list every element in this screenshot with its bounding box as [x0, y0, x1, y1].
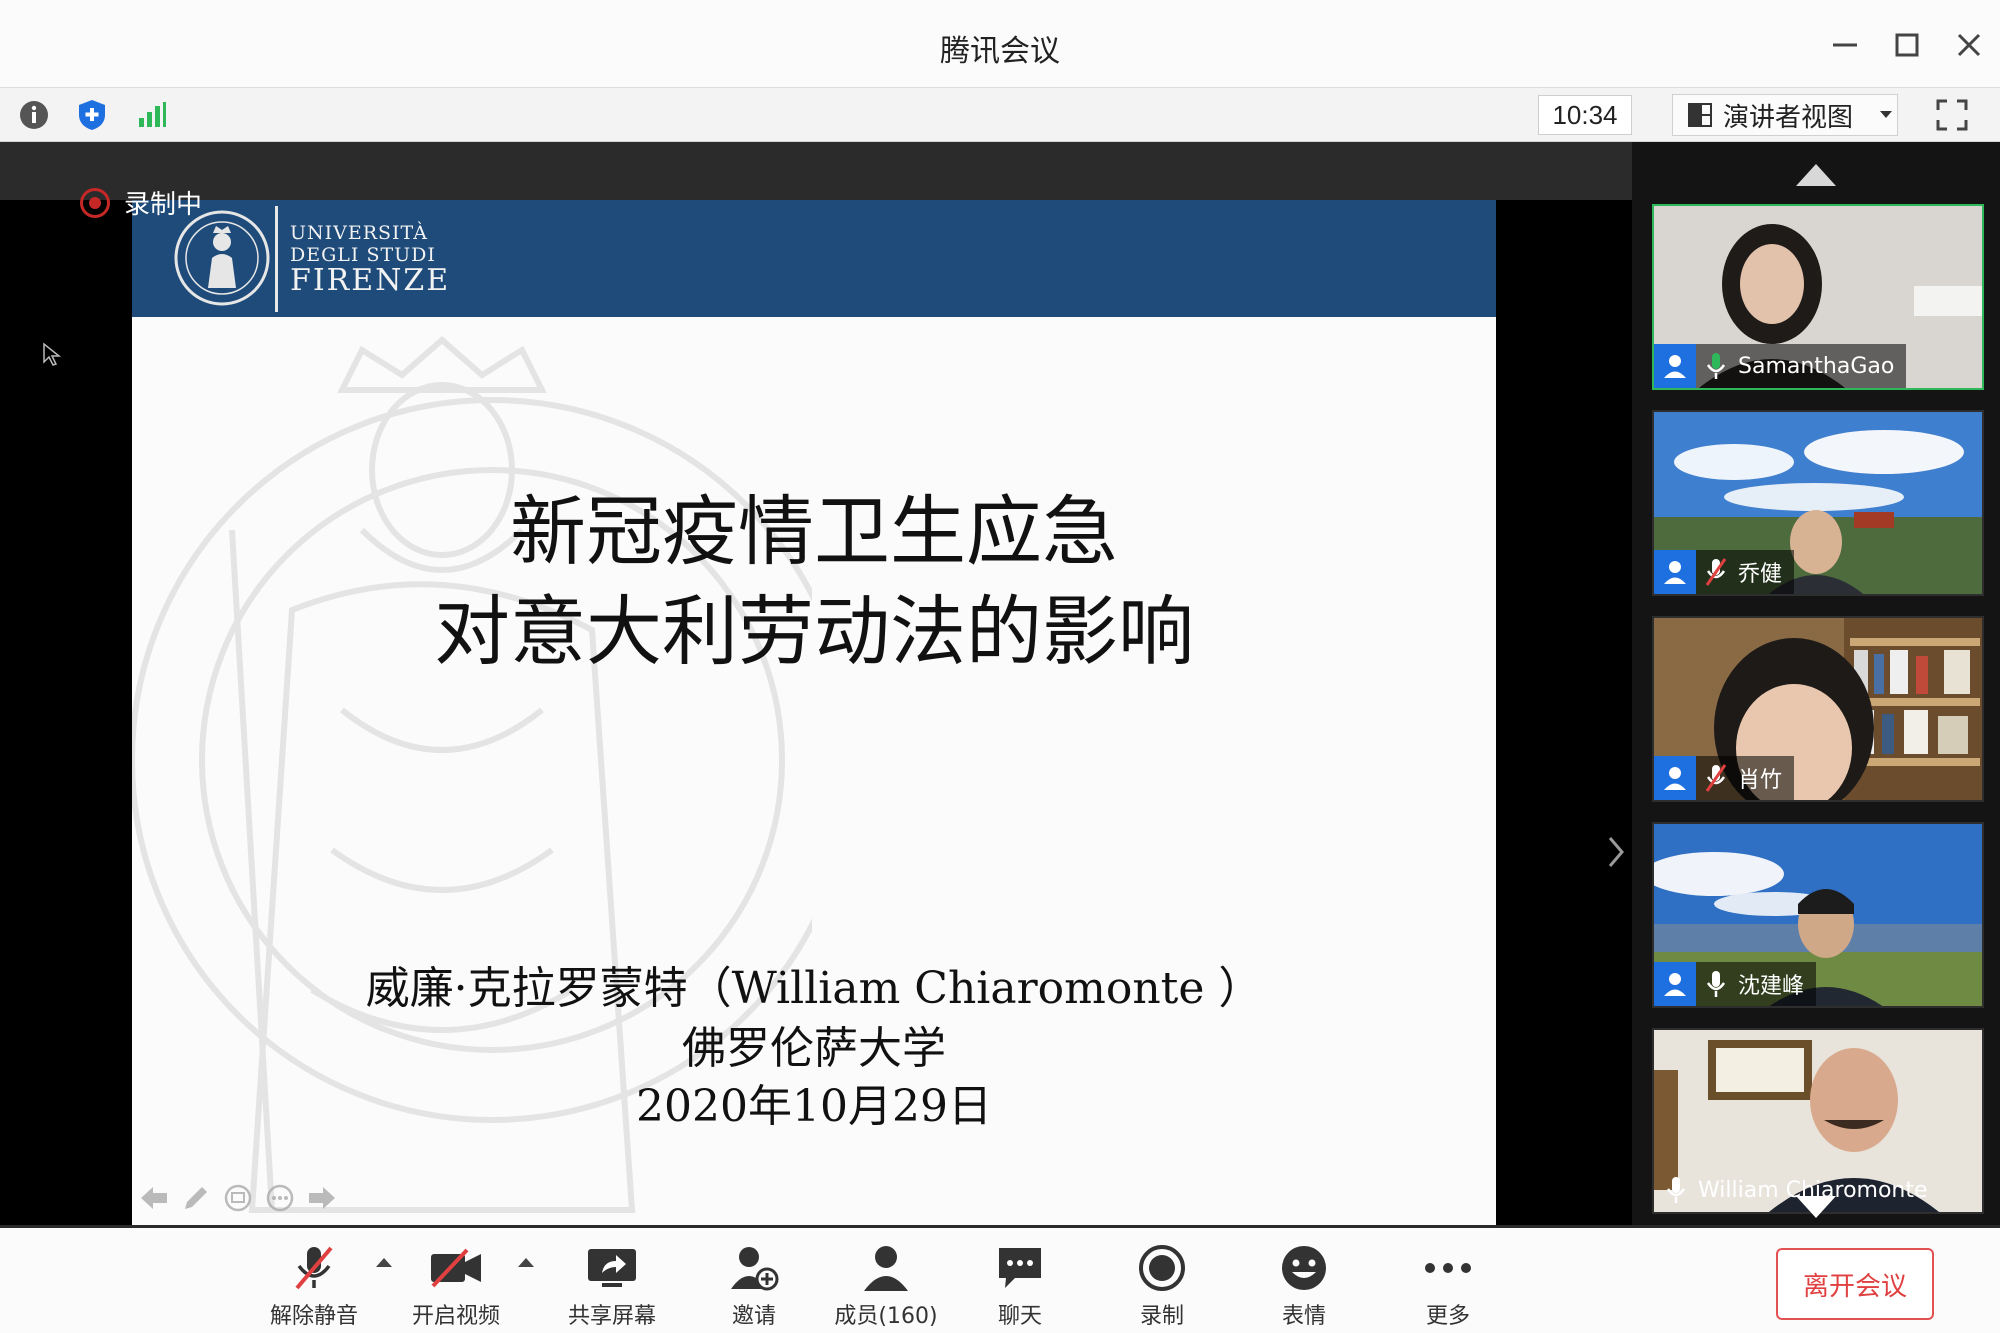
share-screen-icon: [588, 1249, 636, 1287]
audio-options-caret-icon[interactable]: [376, 1258, 392, 1267]
chevron-down-icon: [1880, 111, 1893, 118]
slide-view-button[interactable]: [220, 1180, 256, 1216]
participant-tile[interactable]: SamanthaGao: [1652, 204, 1984, 390]
minimize-button[interactable]: [1820, 20, 1870, 70]
layout-icon: [1688, 103, 1712, 127]
close-icon: [1957, 33, 1981, 57]
slide-next-button[interactable]: [304, 1180, 340, 1216]
participant-name: SamanthaGao: [1738, 353, 1895, 379]
university-seal-icon: [174, 210, 270, 306]
arrow-left-icon: [141, 1187, 167, 1209]
shield-icon: [79, 100, 105, 130]
stage-next-chevron-icon[interactable]: [1604, 832, 1628, 872]
microphone-muted-icon: [1702, 758, 1730, 798]
microphone-muted-icon: [295, 1246, 333, 1290]
microphone-on-icon: [1662, 1170, 1690, 1210]
recording-indicator: 录制中: [80, 184, 202, 221]
slide-title-line1: 新冠疫情卫生应急: [510, 487, 1118, 576]
emoji-button[interactable]: 表情: [1244, 1242, 1364, 1332]
fullscreen-icon: [1936, 99, 1968, 131]
scroll-up-arrow-icon[interactable]: [1796, 164, 1836, 186]
slides-icon: [224, 1184, 252, 1212]
participant-panel: SamanthaGao 乔健 肖竹 沈建峰 William Chiaromont…: [1632, 142, 2000, 1225]
members-button[interactable]: 成员(160): [826, 1242, 946, 1332]
video-options-caret-icon[interactable]: [518, 1258, 534, 1267]
chat-button[interactable]: 聊天: [960, 1242, 1080, 1332]
recording-dot-icon: [80, 187, 110, 218]
participant-name: 乔健: [1738, 562, 1783, 587]
view-mode-dropdown[interactable]: 演讲者视图: [1672, 94, 1898, 136]
recording-label: 录制中: [124, 190, 203, 220]
share-screen-button[interactable]: 共享屏幕: [552, 1242, 672, 1332]
unmute-button[interactable]: 解除静音: [254, 1242, 374, 1332]
slide-pen-button[interactable]: [178, 1180, 214, 1216]
avatar-icon: [1654, 756, 1696, 800]
microphone-muted-icon: [1702, 552, 1730, 592]
add-user-icon: [731, 1247, 779, 1291]
camera-off-icon: [431, 1248, 481, 1288]
university-name: UNIVERSITÀ DEGLI STUDI FIRENZE: [290, 222, 451, 298]
invite-button[interactable]: 邀请: [694, 1242, 814, 1332]
participant-tile[interactable]: 沈建峰: [1652, 822, 1984, 1008]
microphone-on-icon: [1702, 346, 1730, 386]
security-button[interactable]: [72, 96, 112, 134]
leave-meeting-button[interactable]: 离开会议: [1776, 1248, 1934, 1320]
slide-toolbar: [136, 1180, 340, 1216]
participant-tile[interactable]: 乔健: [1652, 410, 1984, 596]
slide-affiliation: 佛罗伦萨大学: [682, 1023, 946, 1074]
view-mode-label: 演讲者视图: [1723, 102, 1854, 133]
close-button[interactable]: [1944, 20, 1994, 70]
slide-author: 威廉·克拉罗蒙特（William Chiaromonte ）: [365, 963, 1263, 1014]
network-status-button[interactable]: [132, 96, 172, 134]
slide-date: 2020年10月29日: [636, 1081, 992, 1132]
participant-name: 沈建峰: [1738, 974, 1805, 999]
members-icon: [864, 1246, 908, 1291]
shared-screen-stage: 录制中 UNIVERSITÀ DEGLI STUDI FIRENZE 新冠疫情卫…: [0, 142, 1632, 1328]
emoji-icon: [1282, 1246, 1326, 1290]
record-icon: [1139, 1245, 1185, 1291]
meeting-controls-bar: 解除静音 开启视频 共享屏幕 邀请 成员(160) 聊天 录制 表情 更多 离开…: [0, 1225, 2000, 1333]
window-title: 腾讯会议: [940, 34, 1060, 69]
more-dots-icon: [1425, 1263, 1471, 1273]
title-bar: 腾讯会议: [0, 0, 2000, 88]
microphone-on-icon: [1702, 964, 1730, 1004]
slide-title-line2: 对意大利劳动法的影响: [434, 587, 1194, 676]
start-video-button[interactable]: 开启视频: [396, 1242, 516, 1332]
info-icon: [20, 101, 48, 129]
slide-more-button[interactable]: [262, 1180, 298, 1216]
meeting-clock: 10:34: [1538, 95, 1632, 135]
pen-icon: [185, 1187, 207, 1209]
maximize-button[interactable]: [1882, 20, 1932, 70]
record-button[interactable]: 录制: [1102, 1242, 1222, 1332]
maximize-icon: [1895, 33, 1919, 57]
more-dots-icon: [266, 1184, 294, 1212]
signal-bars-icon: [139, 102, 166, 127]
arrow-right-icon: [309, 1187, 335, 1209]
fullscreen-button[interactable]: [1930, 94, 1974, 136]
info-button[interactable]: [14, 96, 54, 134]
participant-name: 肖竹: [1738, 768, 1783, 793]
avatar-icon: [1654, 344, 1696, 388]
presentation-slide: UNIVERSITÀ DEGLI STUDI FIRENZE 新冠疫情卫生应急 …: [132, 200, 1496, 1225]
slide-prev-button[interactable]: [136, 1180, 172, 1216]
participant-tile[interactable]: 肖竹: [1652, 616, 1984, 802]
mouse-cursor-icon: [43, 342, 62, 366]
scroll-down-arrow-icon[interactable]: [1796, 1196, 1836, 1218]
slide-header: UNIVERSITÀ DEGLI STUDI FIRENZE: [132, 200, 1496, 317]
avatar-icon: [1654, 962, 1696, 1006]
more-button[interactable]: 更多: [1388, 1242, 1508, 1332]
minimize-icon: [1833, 43, 1857, 47]
chat-icon: [999, 1248, 1041, 1288]
avatar-icon: [1654, 550, 1696, 594]
meeting-toolbar: 10:34 演讲者视图: [0, 88, 2000, 142]
participant-tile[interactable]: William Chiaromonte: [1652, 1028, 1984, 1214]
